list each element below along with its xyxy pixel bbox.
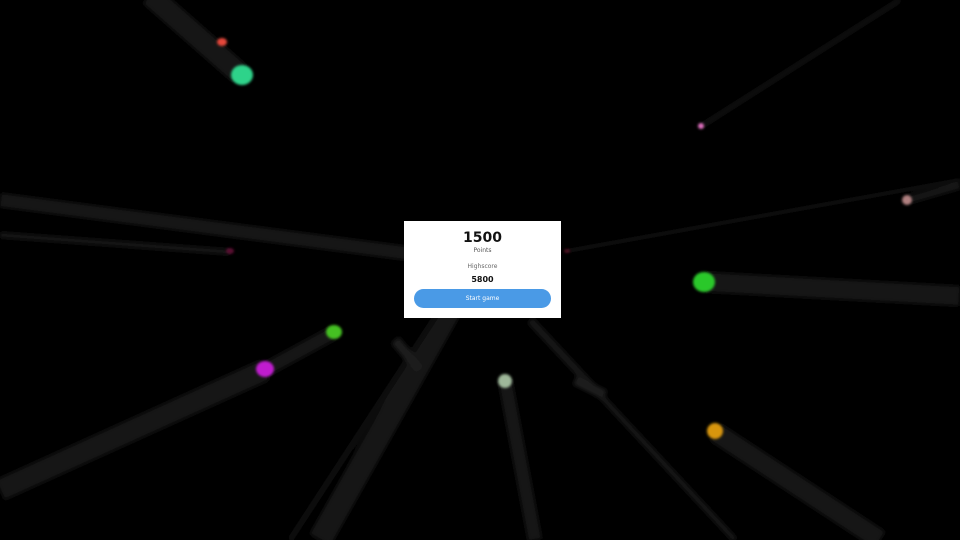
trail [572, 375, 608, 400]
trail [0, 193, 421, 262]
particle-dark-red [564, 249, 570, 253]
particle-red [217, 38, 227, 46]
particle-lime [326, 325, 342, 339]
particle-orange [707, 423, 723, 439]
trail [698, 0, 902, 129]
trail [142, 0, 248, 83]
start-game-button[interactable]: Start game [414, 289, 551, 308]
particle-teal [231, 65, 253, 85]
trail [498, 378, 542, 540]
trail [0, 359, 270, 501]
particle-rose [902, 195, 912, 205]
points-label: Points [473, 247, 492, 254]
highscore-value: 5800 [471, 275, 494, 284]
trail [566, 178, 960, 253]
particle-maroon [226, 248, 234, 254]
trail [709, 423, 886, 540]
trail [261, 325, 339, 377]
highscore-label: Highscore [467, 263, 498, 270]
particle-green [693, 272, 715, 292]
trail [0, 232, 231, 255]
particle-magenta [256, 361, 274, 377]
trail [704, 272, 960, 306]
trail [597, 392, 738, 540]
particle-sage [498, 374, 512, 388]
game-over-panel: 1500 Points Highscore 5800 Start game [404, 221, 561, 318]
particle-pink [698, 123, 704, 129]
score-value: 1500 [463, 230, 502, 246]
